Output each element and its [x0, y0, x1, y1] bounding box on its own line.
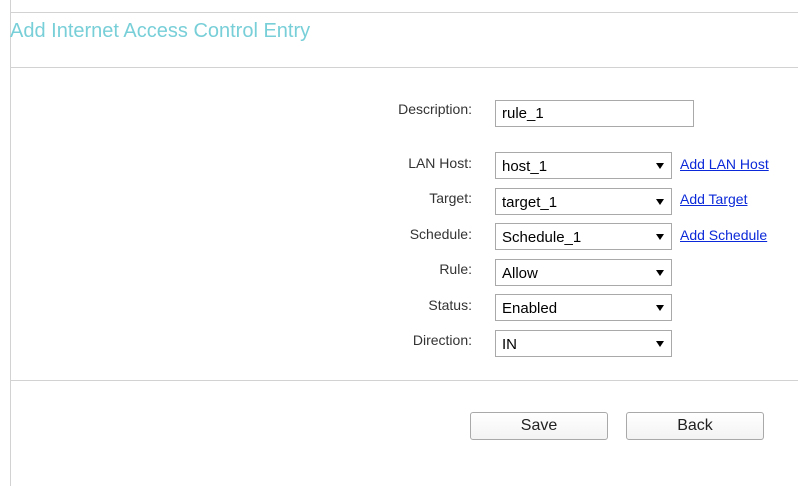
- target-select[interactable]: target_1: [495, 188, 672, 215]
- schedule-select-value: Schedule_1: [502, 229, 582, 246]
- schedule-label: Schedule:: [409, 226, 472, 242]
- chevron-down-icon: [656, 163, 664, 169]
- target-select-value: target_1: [502, 194, 558, 211]
- back-button[interactable]: Back: [626, 412, 764, 440]
- direction-select-value: IN: [502, 336, 517, 353]
- top-divider: [10, 12, 798, 13]
- direction-label: Direction:: [412, 332, 472, 348]
- add-schedule-link[interactable]: Add Schedule: [680, 227, 767, 243]
- chevron-down-icon: [656, 305, 664, 311]
- add-lan-host-link[interactable]: Add LAN Host: [680, 156, 769, 172]
- target-label: Target:: [429, 190, 472, 206]
- status-label: Status:: [428, 297, 472, 313]
- footer-divider: [10, 380, 798, 381]
- chevron-down-icon: [656, 199, 664, 205]
- rule-select[interactable]: Allow: [495, 259, 672, 286]
- chevron-down-icon: [656, 270, 664, 276]
- lan-host-select-value: host_1: [502, 158, 548, 175]
- header-divider: [10, 67, 798, 68]
- status-select-value: Enabled: [502, 300, 558, 317]
- description-input[interactable]: [495, 100, 694, 127]
- lan-host-label: LAN Host:: [408, 155, 472, 171]
- rule-select-value: Allow: [502, 265, 538, 282]
- lan-host-select[interactable]: host_1: [495, 152, 672, 179]
- description-label: Description:: [398, 101, 472, 117]
- status-select[interactable]: Enabled: [495, 294, 672, 321]
- save-button[interactable]: Save: [470, 412, 608, 440]
- chevron-down-icon: [656, 341, 664, 347]
- add-target-link[interactable]: Add Target: [680, 191, 747, 207]
- page-title: Add Internet Access Control Entry: [10, 20, 311, 42]
- rule-label: Rule:: [439, 261, 472, 277]
- schedule-select[interactable]: Schedule_1: [495, 223, 672, 250]
- direction-select[interactable]: IN: [495, 330, 672, 357]
- chevron-down-icon: [656, 234, 664, 240]
